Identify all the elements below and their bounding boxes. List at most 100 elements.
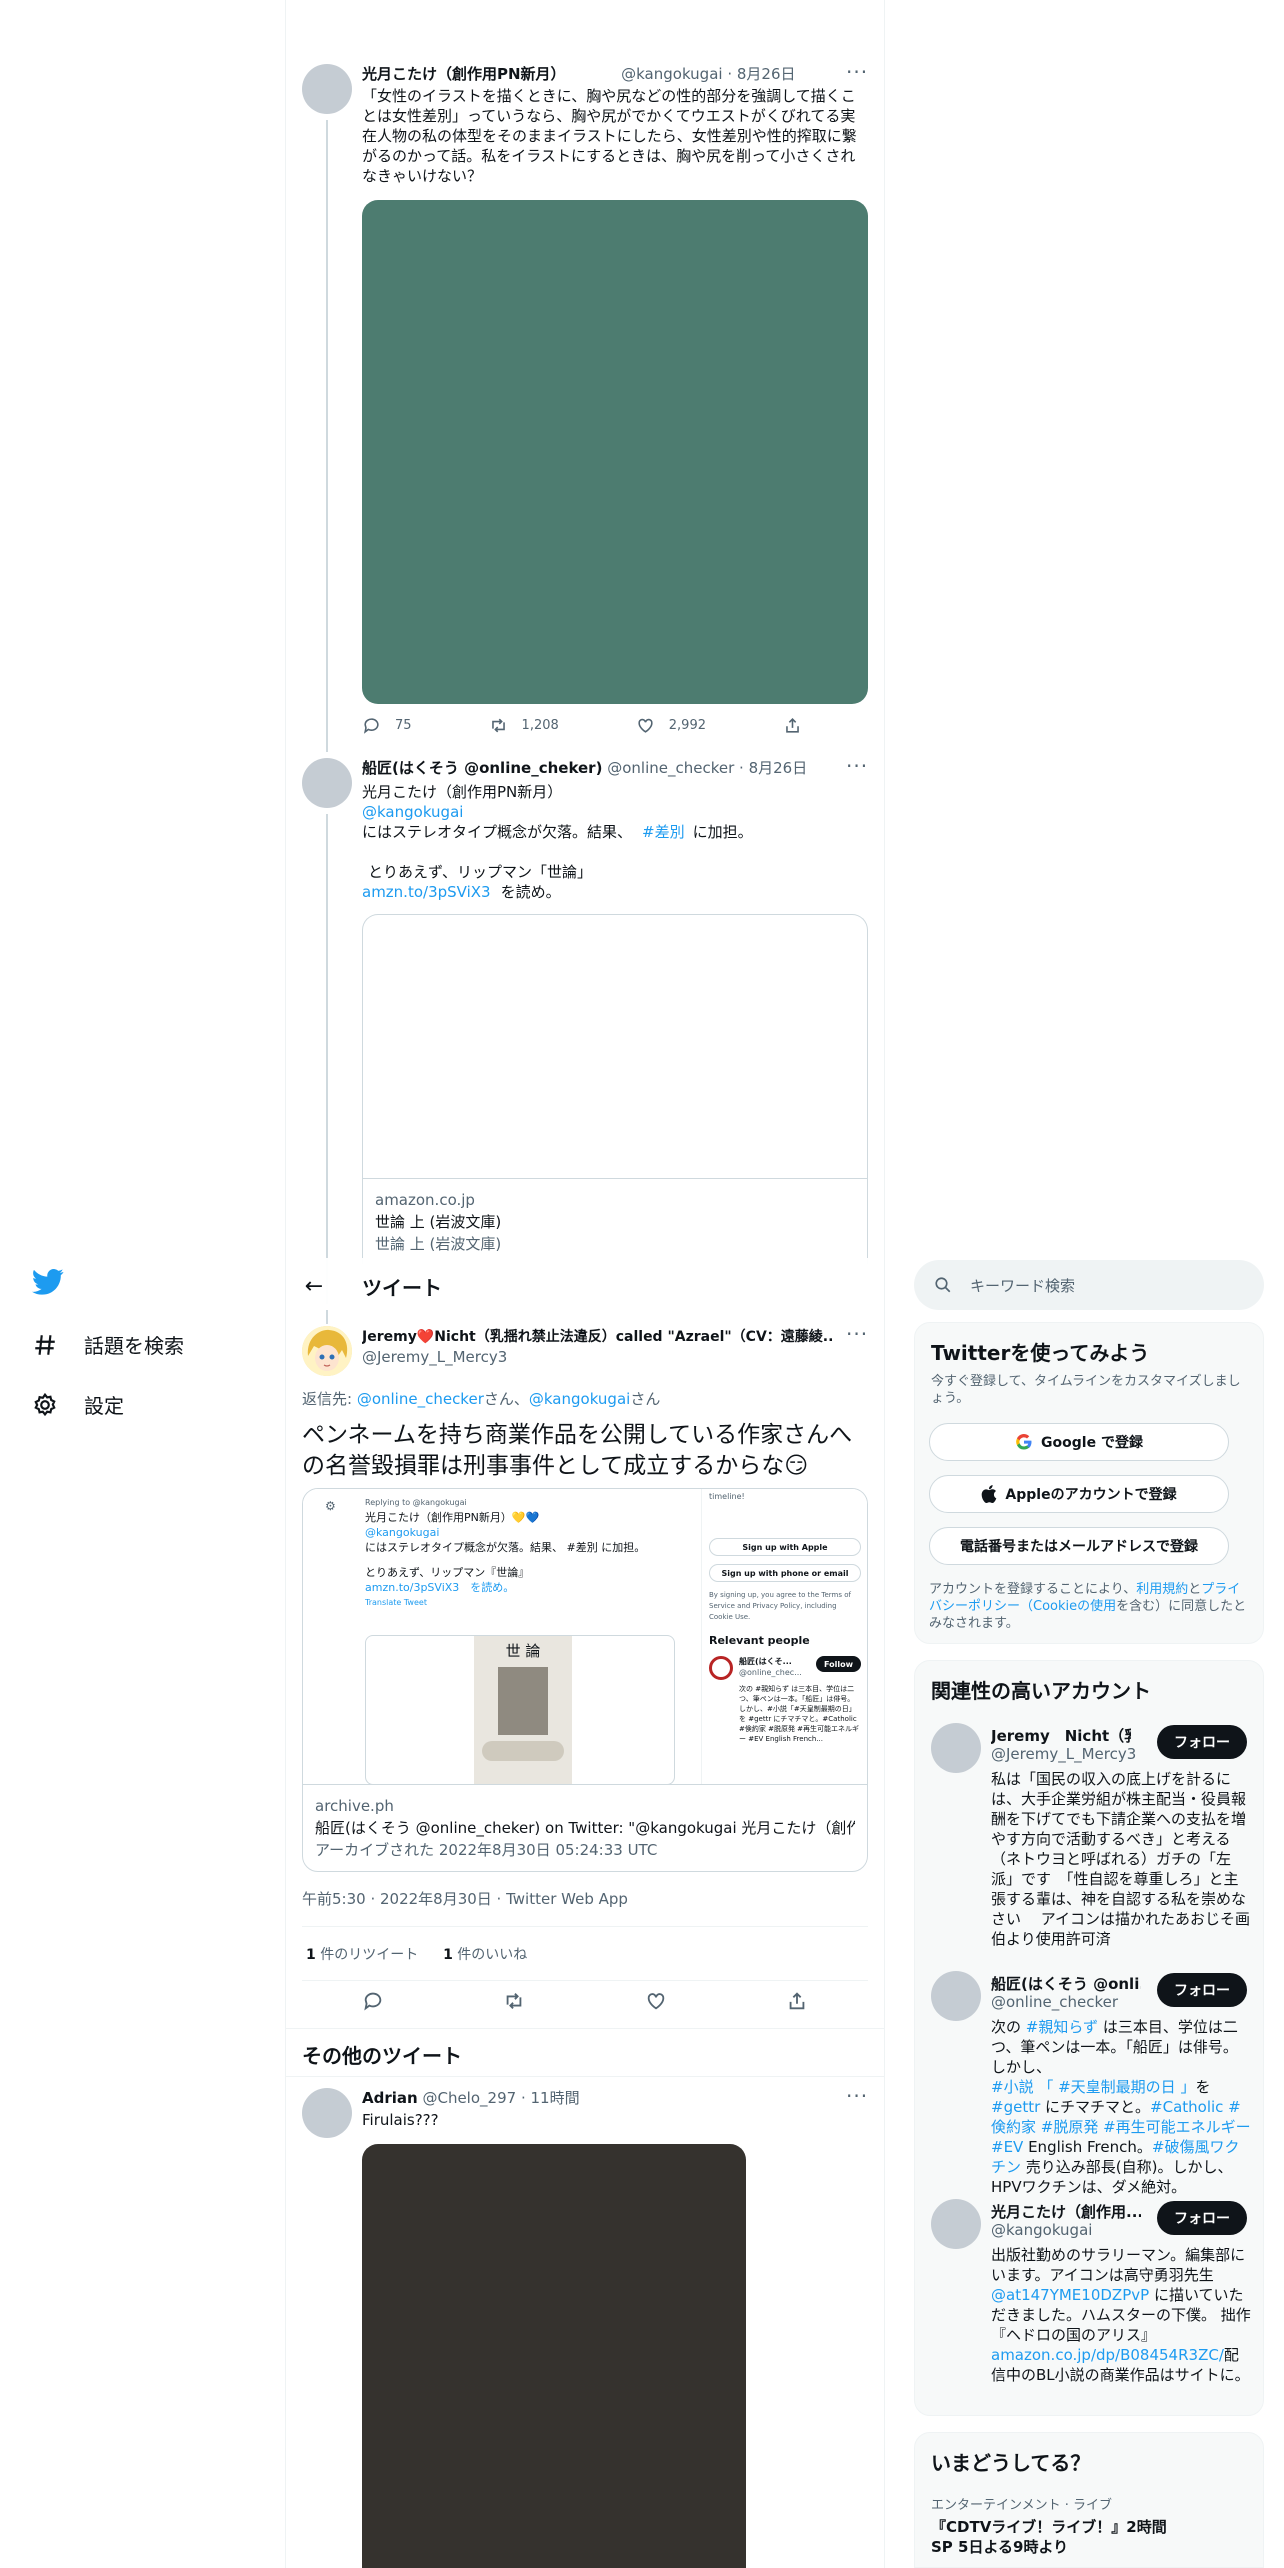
phone-email-signup-button[interactable]: 電話番号またはメールアドレスで登録 [929, 1527, 1229, 1565]
apple-signup-button[interactable]: Appleのアカウントで登録 [929, 1475, 1229, 1513]
bio-text: English French。 [1023, 2138, 1152, 2156]
more-icon[interactable]: ··· [846, 2084, 868, 2108]
mention-link[interactable]: @kangokugai [529, 1390, 630, 1408]
retweet-button[interactable] [503, 1990, 525, 2012]
reply-button[interactable]: 75 [362, 716, 412, 735]
follow-button[interactable]: フォロー [1157, 1973, 1247, 2007]
more-icon[interactable]: ··· [846, 754, 868, 778]
archive-screenshot: ⚙ Replying to @kangokugai 光月こたけ（創作用PN新月）… [303, 1489, 867, 1785]
retweet-count[interactable]: 1 [306, 1947, 316, 1963]
trend-headline[interactable]: 『CDTVライブ！ライブ！』2時間SP 5日よる9時より [931, 2517, 1181, 2557]
tweet-timestamp[interactable]: 午前5:30 · 2022年8月30日 · Twitter Web App [302, 1888, 628, 1909]
tweet-date[interactable]: 8月26日 [749, 759, 808, 777]
like-count[interactable]: 1 [443, 1947, 453, 1963]
more-icon[interactable]: ··· [846, 1322, 868, 1346]
tweet-actions: 75 1,208 2,992 [362, 716, 802, 735]
avatar[interactable] [931, 1723, 981, 1773]
nav-settings[interactable]: 設定 [32, 1390, 124, 1419]
url-link[interactable]: amzn.to/3pSViX3 [362, 883, 491, 901]
more-icon[interactable]: ··· [846, 60, 868, 84]
retweet-count: 1,208 [521, 718, 559, 733]
avatar[interactable] [302, 64, 352, 114]
tweet-author-handle[interactable]: @Chelo_297 [422, 2089, 516, 2107]
follow-button[interactable]: フォロー [1157, 2201, 1247, 2235]
shot-text: 船匠(はくそ... [739, 1657, 792, 1666]
main-tweet-author-name[interactable]: Jeremy❤️Nicht（乳揺れ禁止法違反）called "Azrael"（C… [362, 1326, 832, 1347]
link-card-domain: amazon.co.jp [375, 1191, 475, 1209]
tweet-author-name[interactable]: 光月こたけ（創作用PN新月） [362, 65, 566, 83]
tweet-author-handle[interactable]: @online_checker [607, 759, 734, 777]
mention-link[interactable]: @online_checker [357, 1390, 484, 1408]
card-title: 船匠(はくそう @online_cheker) on Twitter: "@ka… [315, 1819, 855, 1837]
main-tweet-actions [302, 1990, 868, 2012]
avatar[interactable] [931, 1971, 981, 2021]
shot-text: Relevant people [709, 1634, 810, 1647]
main-tweet-author-handle[interactable]: @Jeremy_L_Mercy3 [362, 1348, 507, 1366]
hashtag-link[interactable]: #差別 [642, 823, 685, 841]
shot-text: 世 論 [505, 1642, 541, 1660]
reply-button[interactable] [362, 1990, 384, 2012]
tweet-author-name[interactable]: Adrian [362, 2089, 418, 2107]
tweet-author-name[interactable]: 船匠(はくそう @online_cheker) [362, 759, 602, 777]
hashtag-link[interactable]: #gettr [991, 2098, 1040, 2116]
retweet-label[interactable]: 件のリツイート [316, 1947, 418, 1963]
legal-text: と [1188, 1582, 1202, 1597]
gear-icon [34, 1392, 56, 1416]
share-button[interactable] [783, 716, 802, 735]
tweet-text: 「女性のイラストを描くときに、胸や尻などの性的部分を強調して描くことは女性差別」… [362, 87, 857, 185]
account-handle[interactable]: @Jeremy_L_Mercy3 [991, 1745, 1136, 1763]
terms-link[interactable]: 利用規約 [1136, 1582, 1188, 1597]
twitter-logo-icon[interactable] [32, 1268, 64, 1300]
author-name: Jeremy❤️Nicht（乳揺れ禁止法違反）called "Azrael"（C… [362, 1329, 832, 1345]
account-name[interactable]: Jeremy Nicht（乳... [991, 1725, 1131, 1746]
account-name[interactable]: 船匠(はくそう @onli... [991, 1973, 1141, 1994]
archive-link-card[interactable]: ⚙ Replying to @kangokugai 光月こたけ（創作用PN新月）… [302, 1488, 868, 1872]
tweet-image[interactable] [362, 2144, 746, 2568]
like-button[interactable]: 2,992 [636, 716, 706, 735]
shot-text: Follow [815, 1656, 861, 1672]
tweet-line: を読め。 [500, 883, 561, 901]
hashtag-link[interactable]: #親知らず [1026, 2018, 1098, 2036]
url-link[interactable]: amazon.co.jp/dp/B08454R3ZC/ [991, 2346, 1224, 2364]
google-signup-button[interactable]: Google で登録 [929, 1423, 1229, 1461]
mention-link[interactable]: @kangokugai [362, 802, 868, 822]
avatar[interactable] [302, 2088, 352, 2138]
avatar[interactable] [302, 1326, 352, 1376]
divider [286, 2076, 884, 2077]
search-box[interactable]: キーワード検索 [914, 1260, 1264, 1310]
avatar[interactable] [931, 2199, 981, 2249]
account-handle[interactable]: @online_checker [991, 1993, 1118, 2011]
avatar[interactable] [302, 758, 352, 808]
link-card[interactable]: amazon.co.jp 世論 上 (岩波文庫) 世論 上 (岩波文庫) [362, 914, 868, 1264]
relevant-accounts-panel: 関連性の高いアカウント Jeremy Nicht（乳... @Jeremy_L_… [914, 1660, 1264, 2416]
account-handle[interactable]: @kangokugai [991, 2221, 1092, 2239]
account-name[interactable]: 光月こたけ（創作用... [991, 2201, 1141, 2222]
like-button[interactable] [645, 1990, 667, 2012]
tweet-date[interactable]: 11時間 [530, 2089, 579, 2107]
mention-link[interactable]: @at147YME10DZPvP [991, 2286, 1149, 2304]
page-title: ツイート [362, 1275, 442, 1300]
tweet-image[interactable] [362, 200, 868, 704]
shot-text: Sign up with Apple [709, 1538, 861, 1556]
retweet-icon [491, 718, 505, 733]
heart-icon [647, 1993, 664, 2010]
share-button[interactable] [786, 1990, 808, 2012]
apple-icon [982, 1485, 997, 1503]
share-icon [786, 718, 799, 733]
search-icon [935, 1277, 951, 1293]
account-bio: 次の #親知らず は三本目、学位は二つ、筆ペンは一本。「船匠」は俳号。しかし、#… [991, 2017, 1251, 2197]
phone-signup-label: 電話番号またはメールアドレスで登録 [960, 1539, 1198, 1555]
shot-card: 世 論 [365, 1635, 675, 1784]
follow-button[interactable]: フォロー [1157, 1725, 1247, 1759]
shot-text: amzn.to/3pSViX3 を読め。 [365, 1581, 515, 1594]
thread-connector [326, 814, 328, 1304]
google-icon [1016, 1433, 1032, 1450]
tweet-author-handle[interactable]: @kangokugai [621, 65, 722, 83]
hashtag-link[interactable]: #小説 「 #天皇制最期の日 」 [991, 2078, 1195, 2096]
like-label[interactable]: 件のいいね [453, 1947, 527, 1963]
shot-text: timeline! [709, 1492, 745, 1501]
tweet-date[interactable]: 8月26日 [737, 65, 796, 83]
nav-explore[interactable]: 話題を検索 [32, 1330, 184, 1359]
retweet-button[interactable]: 1,208 [489, 716, 559, 735]
back-arrow-icon[interactable]: ← [286, 1274, 342, 1299]
